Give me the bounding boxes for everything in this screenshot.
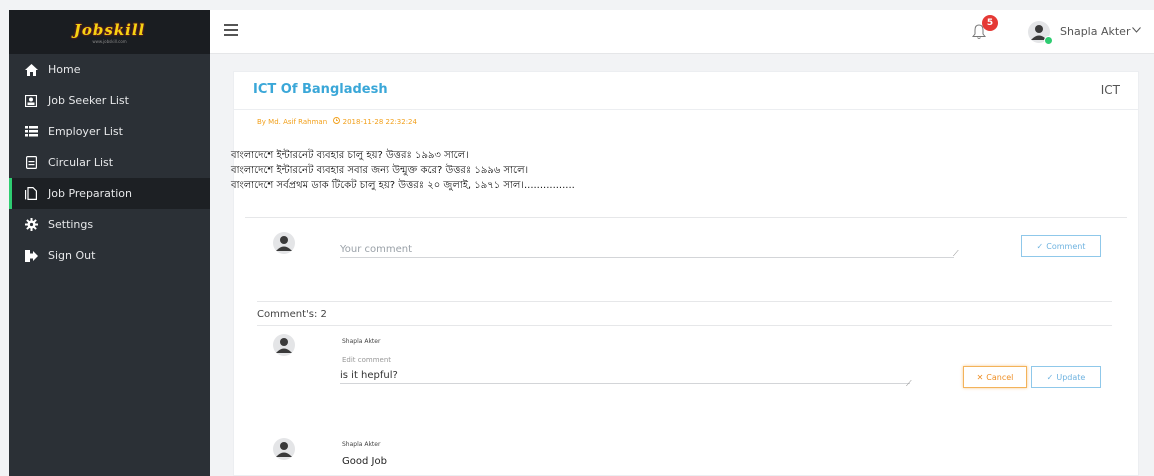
sidebar-item-label: Circular List — [48, 156, 114, 169]
sidebar-item-employer-list[interactable]: Employer List — [9, 116, 210, 147]
logo-text: Jobskill — [73, 20, 146, 39]
resize-handle-icon[interactable]: ⟋ — [953, 249, 959, 259]
divider — [245, 217, 1127, 218]
resize-handle-icon[interactable]: ⟋ — [906, 379, 912, 389]
sidebar-item-circular-list[interactable]: Circular List — [9, 147, 210, 178]
post-title[interactable]: ICT Of Bangladesh — [253, 82, 388, 97]
sidebar-item-job-preparation[interactable]: Job Preparation — [9, 178, 210, 209]
cancel-button[interactable]: ✕ Cancel — [963, 366, 1027, 388]
comment-avatar — [273, 334, 295, 356]
post-body: বাংলাদেশে ইন্টারনেট ব্যবহার চালু হয়? উত… — [231, 148, 575, 193]
chevron-down-icon[interactable] — [1132, 26, 1141, 36]
divider — [257, 325, 1112, 326]
post-line: বাংলাদেশে ইন্টারনেট ব্যবহার চালু হয়? উত… — [231, 150, 469, 161]
sidebar: Jobskill www.jobskill.com Home Job Seeke… — [9, 10, 210, 476]
comment-author: Shapla Akter — [342, 338, 381, 345]
post-category: ICT — [1100, 83, 1120, 97]
comment-input[interactable] — [340, 242, 954, 258]
home-icon — [24, 63, 38, 77]
divider — [234, 109, 1138, 110]
gear-icon — [24, 218, 38, 232]
copy-icon — [24, 187, 38, 201]
sidebar-item-label: Employer List — [48, 125, 123, 138]
hamburger-menu-icon[interactable] — [224, 24, 238, 39]
sidebar-item-settings[interactable]: Settings — [9, 209, 210, 240]
notification-badge[interactable]: 5 — [982, 15, 998, 31]
post-card: ICT Of Bangladesh ICT By Md. Asif Rahman… — [231, 71, 1139, 476]
id-card-icon — [24, 94, 38, 108]
clock-icon — [333, 117, 342, 126]
edit-comment-input[interactable] — [340, 367, 910, 384]
logo[interactable]: Jobskill www.jobskill.com — [9, 10, 210, 54]
post-meta: By Md. Asif Rahman 2018-11-28 22:32:24 — [257, 117, 417, 126]
sidebar-item-label: Job Preparation — [48, 187, 132, 200]
post-author: By Md. Asif Rahman — [257, 118, 328, 126]
check-icon: ✓ — [1036, 241, 1044, 251]
post-line: বাংলাদেশে ইন্টারনেট ব্যবহার সবার জন্য উন… — [231, 165, 529, 176]
sign-out-icon — [24, 249, 38, 263]
comment-button[interactable]: ✓ Comment — [1021, 235, 1101, 257]
close-icon: ✕ — [976, 372, 984, 382]
comment-avatar — [273, 438, 295, 460]
sidebar-item-job-seeker-list[interactable]: Job Seeker List — [9, 85, 210, 116]
list-icon — [24, 125, 38, 139]
divider — [257, 301, 1112, 302]
sidebar-item-label: Job Seeker List — [48, 94, 129, 107]
post-timestamp: 2018-11-28 22:32:24 — [342, 118, 417, 126]
comment-author: Shapla Akter — [342, 441, 381, 448]
logo-subtext: www.jobskill.com — [92, 38, 127, 44]
comment-count: Comment's: 2 — [257, 309, 327, 320]
edit-comment-label: Edit comment — [342, 356, 392, 364]
check-icon: ✓ — [1046, 372, 1054, 382]
post-line: বাংলাদেশে সর্বপ্রথম ডাক টিকেট চালু হয়? … — [231, 180, 575, 191]
sidebar-item-label: Sign Out — [48, 249, 96, 262]
sidebar-item-label: Home — [48, 63, 81, 76]
commenter-avatar — [273, 232, 295, 254]
sidebar-nav: Home Job Seeker List Employer List Circu… — [9, 54, 210, 271]
document-icon — [24, 156, 38, 170]
sidebar-item-label: Settings — [48, 218, 94, 231]
update-button[interactable]: ✓ Update — [1031, 366, 1101, 388]
online-status-dot — [1044, 36, 1053, 45]
user-name[interactable]: Shapla Akter — [1060, 25, 1130, 38]
sidebar-item-sign-out[interactable]: Sign Out — [9, 240, 210, 271]
comment-text: Good Job — [342, 456, 387, 467]
sidebar-item-home[interactable]: Home — [9, 54, 210, 85]
topbar: 5 Shapla Akter — [210, 10, 1154, 54]
